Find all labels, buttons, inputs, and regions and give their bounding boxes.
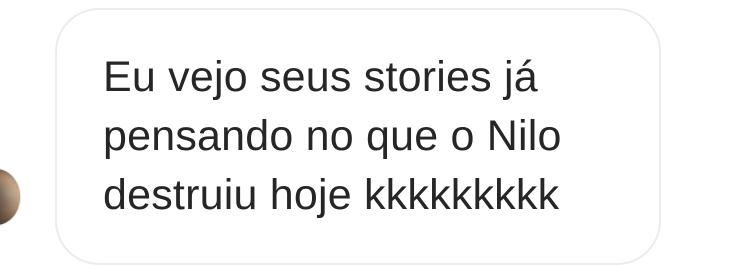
- message-line-3: destruiu hoje kkkkkkkkk: [103, 171, 560, 219]
- sender-avatar[interactable]: [0, 168, 21, 226]
- message-text: Eu vejo seus stories já pensando no que …: [103, 48, 643, 225]
- message-line-2: pensando no que o Nilo: [103, 112, 562, 160]
- avatar-photo: [0, 169, 20, 225]
- message-line-1: Eu vejo seus stories já: [103, 53, 538, 101]
